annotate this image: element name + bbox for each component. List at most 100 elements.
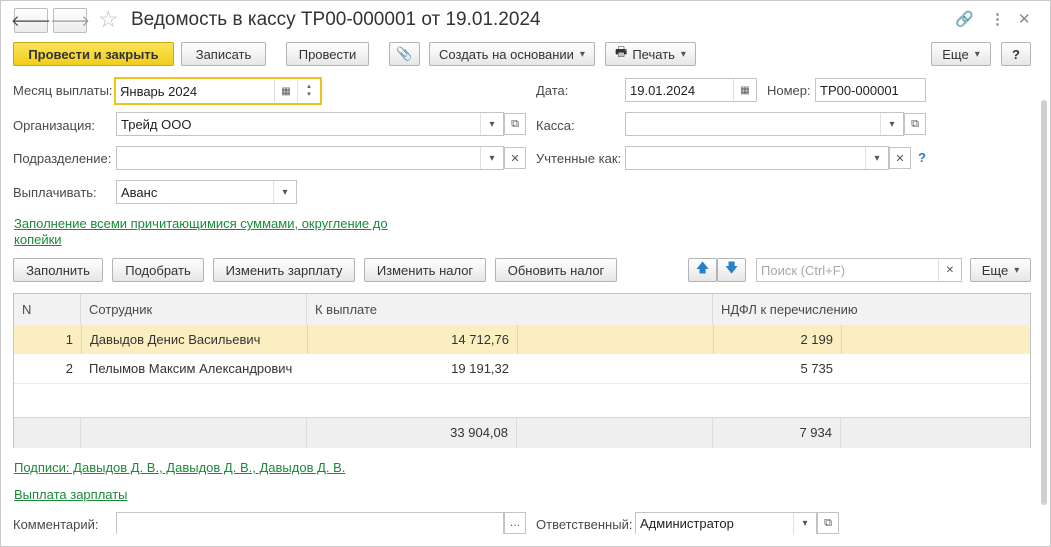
salary-payout-link[interactable]: Выплата зарплаты	[14, 487, 128, 502]
link-icon[interactable]: 🔗	[955, 10, 974, 28]
favorite-star-icon[interactable]: ☆	[98, 6, 119, 33]
responsible-field[interactable]: Администратор ▾	[635, 512, 817, 535]
month-stepper[interactable]: ▴ ▾	[297, 80, 320, 102]
cell-employee: Давыдов Денис Васильевич	[81, 325, 307, 354]
arrow-up-icon: 🡅	[695, 260, 710, 275]
attach-button[interactable]: 📎	[389, 42, 420, 66]
clear-department-button[interactable]: ✕	[504, 147, 526, 169]
update-tax-button[interactable]: Обновить налог	[495, 258, 617, 282]
cell-tax: 2 199	[713, 325, 841, 354]
total-cell-empty	[81, 418, 307, 448]
pick-button[interactable]: Подобрать	[112, 258, 204, 282]
search-placeholder: Поиск (Ctrl+F)	[761, 262, 846, 278]
total-cell-empty	[841, 418, 1030, 448]
table-header: N Сотрудник К выплате НДФЛ к перечислени…	[14, 294, 1030, 326]
more-vertical-icon[interactable]: ⋮	[990, 10, 1005, 28]
department-field[interactable]: ▾	[116, 146, 504, 170]
table-more-button[interactable]: Еще	[970, 258, 1031, 282]
number-value: ТР00-000001	[820, 82, 899, 98]
ellipsis-icon: …	[509, 517, 521, 529]
table-totals-row: 33 904,08 7 934	[14, 417, 1030, 448]
comment-ellipsis-button[interactable]: …	[504, 512, 526, 534]
pay-value: Аванс	[121, 184, 158, 200]
chevron-down-icon[interactable]: ▾	[880, 113, 903, 135]
arrow-left-icon: 🡐	[10, 13, 52, 30]
header-amount[interactable]: К выплате	[307, 294, 713, 325]
print-label: Печать	[632, 46, 675, 62]
date-field[interactable]: 19.01.2024 ▦	[625, 78, 757, 102]
paperclip-icon: 📎	[396, 46, 413, 61]
responsible-value: Администратор	[640, 516, 734, 531]
create-based-on-button[interactable]: Создать на основании	[429, 42, 595, 66]
move-down-button[interactable]: 🡇	[717, 258, 746, 282]
fill-button[interactable]: Заполнить	[13, 258, 103, 282]
chevron-down-icon[interactable]: ▾	[793, 512, 816, 535]
total-cell-empty	[14, 418, 81, 448]
help-button[interactable]: ?	[1001, 42, 1031, 66]
employees-table: N Сотрудник К выплате НДФЛ к перечислени…	[13, 293, 1031, 448]
vertical-scrollbar[interactable]	[1041, 100, 1047, 505]
open-link-icon: ⧉	[511, 117, 519, 130]
department-label: Подразделение:	[13, 151, 112, 166]
kassa-field[interactable]: ▾	[625, 112, 904, 136]
counted-as-label: Учтенные как:	[536, 151, 622, 166]
signatures-link[interactable]: Подписи: Давыдов Д. В., Давыдов Д. В., Д…	[14, 460, 345, 475]
change-salary-button[interactable]: Изменить зарплату	[213, 258, 355, 282]
search-input[interactable]: Поиск (Ctrl+F) ✕	[756, 258, 962, 282]
clear-x-icon[interactable]: ✕	[938, 259, 961, 281]
cell-employee: Пелымов Максим Александрович	[89, 361, 293, 376]
back-button[interactable]: 🡐	[10, 8, 52, 33]
table-row[interactable]: 2 Пелымов Максим Александрович 19 191,32…	[14, 354, 1030, 383]
comment-label: Комментарий:	[13, 517, 99, 532]
fill-settings-link[interactable]: Заполнение всеми причитающимися суммами,…	[14, 216, 388, 248]
number-label: Номер:	[767, 83, 811, 98]
organization-label: Организация:	[13, 118, 96, 133]
cell-empty	[517, 325, 713, 354]
post-and-close-button[interactable]: Провести и закрыть	[13, 42, 174, 66]
help-question-icon[interactable]: ?	[918, 150, 926, 165]
more-button[interactable]: Еще	[931, 42, 991, 66]
comment-field[interactable]	[116, 512, 504, 534]
cell-amount: 14 712,76	[307, 325, 517, 354]
chevron-down-icon[interactable]: ▾	[273, 181, 296, 203]
table-row[interactable]: 1 Давыдов Денис Васильевич 14 712,76 2 1…	[14, 325, 1030, 354]
month-field[interactable]: Январь 2024 ▦ ▴ ▾	[114, 77, 322, 105]
counted-as-field[interactable]: ▾	[625, 146, 889, 170]
organization-value: Трейд ООО	[121, 116, 192, 132]
post-button[interactable]: Провести	[286, 42, 369, 66]
forward-button[interactable]: 🡒	[50, 8, 90, 33]
month-value: Январь 2024	[120, 83, 198, 99]
number-field[interactable]: ТР00-000001	[815, 78, 926, 102]
print-button[interactable]: 🖶 Печать	[605, 42, 696, 66]
organization-field[interactable]: Трейд ООО ▾	[116, 112, 504, 136]
cell-tax: 5 735	[800, 361, 833, 376]
header-n[interactable]: N	[14, 294, 81, 325]
printer-icon: 🖶	[615, 44, 628, 59]
open-responsible-button[interactable]: ⧉	[817, 512, 839, 534]
open-link-icon: ⧉	[911, 117, 919, 130]
pay-field[interactable]: Аванс ▾	[116, 180, 297, 204]
open-link-icon: ⧉	[824, 516, 832, 529]
open-kassa-button[interactable]: ⧉	[904, 113, 926, 135]
open-organization-button[interactable]: ⧉	[504, 113, 526, 135]
page-title: Ведомость в кассу ТР00-000001 от 19.01.2…	[131, 9, 541, 30]
header-tax[interactable]: НДФЛ к перечислению	[713, 294, 1030, 325]
save-button[interactable]: Записать	[181, 42, 266, 66]
close-icon[interactable]: ✕	[1018, 10, 1031, 28]
create-based-label: Создать на основании	[439, 46, 574, 62]
change-tax-button[interactable]: Изменить налог	[364, 258, 486, 282]
chevron-down-icon[interactable]: ▾	[480, 147, 503, 169]
chevron-down-icon[interactable]: ▾	[480, 113, 503, 135]
header-employee[interactable]: Сотрудник	[81, 294, 307, 325]
date-label: Дата:	[536, 83, 569, 98]
responsible-label: Ответственный:	[536, 517, 633, 532]
clear-x-icon: ✕	[510, 152, 520, 165]
fill-link-line2: копейки	[14, 232, 62, 247]
chevron-down-icon[interactable]: ▾	[865, 147, 888, 169]
calendar-icon[interactable]: ▦	[733, 79, 756, 101]
total-amount: 33 904,08	[307, 418, 517, 448]
move-up-button[interactable]: 🡅	[688, 258, 717, 282]
calendar-icon[interactable]: ▦	[274, 80, 297, 102]
cell-amount: 19 191,32	[451, 361, 509, 376]
clear-counted-as-button[interactable]: ✕	[889, 147, 911, 169]
